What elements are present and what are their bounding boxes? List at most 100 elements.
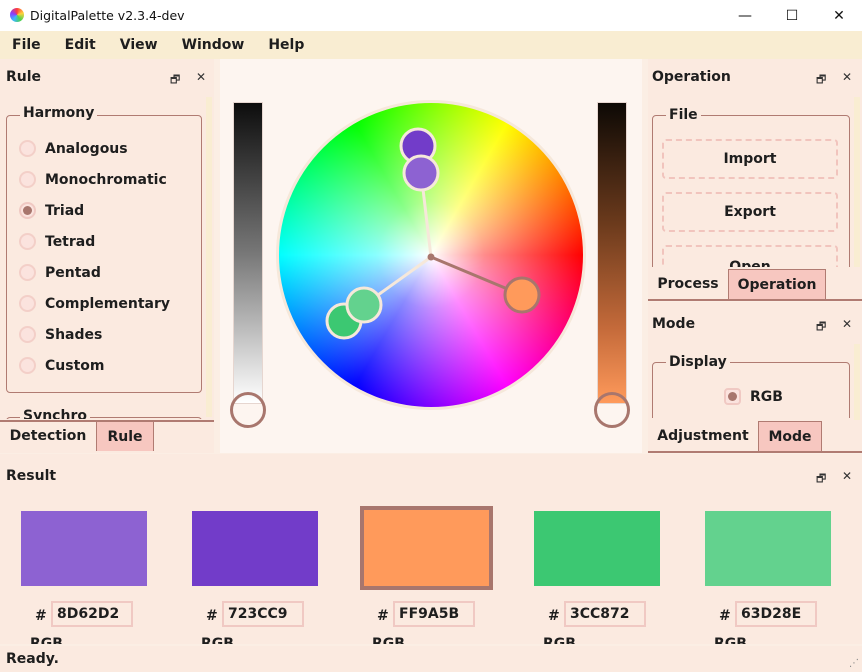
value-slider-left[interactable] [233,102,263,404]
radio-monochromatic[interactable]: Monochromatic [19,171,167,188]
radio-rgb[interactable]: RGB [724,388,783,405]
radio-complementary[interactable]: Complementary [19,295,170,312]
operation-scrollbar[interactable] [854,97,860,267]
radio-indicator[interactable] [19,171,36,188]
radio-pentad[interactable]: Pentad [19,264,101,281]
rule-scrollbar[interactable] [206,97,212,417]
radio-label: Shades [45,326,103,343]
title-bar: DigitalPalette v2.3.4-dev — ☐ ✕ [0,0,862,31]
tab-divider [648,451,862,453]
operation-panel-title: Operation [652,69,731,85]
minimize-button[interactable]: — [722,0,768,31]
menu-window[interactable]: Window [170,31,257,59]
menu-edit[interactable]: Edit [53,31,108,59]
tab-detection[interactable]: Detection [6,421,90,451]
file-group-clip: File Import Export Open [652,107,852,267]
close-panel-icon[interactable]: ✕ [842,469,852,483]
float-panel-icon[interactable]: 🗗 [816,71,826,90]
close-panel-icon[interactable]: ✕ [196,70,206,84]
tab-divider [648,299,862,301]
import-button[interactable]: Import [662,139,838,179]
synchro-group-title: Synchro [20,409,90,419]
rgb-label: RGB [543,637,576,644]
value-slider-right-knob[interactable] [594,392,630,428]
resize-grip-icon[interactable]: ⋰ [849,658,859,669]
export-button[interactable]: Export [662,192,838,232]
menu-file[interactable]: File [0,31,53,59]
radio-shades[interactable]: Shades [19,326,102,343]
radio-analogous[interactable]: Analogous [19,140,128,157]
hex-input[interactable]: 8D62D2 [51,601,133,627]
radio-label: Custom [45,357,105,374]
menu-help[interactable]: Help [256,31,316,59]
color-swatch-selected[interactable] [360,506,493,590]
float-panel-icon[interactable]: 🗗 [816,318,826,337]
float-panel-icon[interactable]: 🗗 [170,71,180,90]
rgb-label: RGB [30,637,63,644]
tab-operation[interactable]: Operation [728,269,826,299]
color-swatch[interactable] [705,511,831,586]
display-group-clip: Display RGB [652,354,852,418]
tab-process[interactable]: Process [652,269,724,299]
radio-indicator[interactable] [19,140,36,157]
value-slider-right[interactable] [597,102,627,404]
hex-hash-label: # [548,608,560,624]
result-panel-title: Result [6,468,57,484]
hex-input[interactable]: 3CC872 [564,601,646,627]
color-handle-63D28E[interactable] [345,286,383,324]
operation-panel: Operation 🗗 ✕ File Import Export Open Pr… [648,59,862,301]
close-panel-icon[interactable]: ✕ [842,70,852,84]
radio-indicator[interactable] [19,295,36,312]
radio-triad[interactable]: Triad [19,202,84,219]
radio-indicator[interactable] [19,326,36,343]
radio-label: Monochromatic [45,171,167,188]
radio-label: Analogous [45,140,128,157]
radio-label: Complementary [45,295,171,312]
color-swatch[interactable] [192,511,318,586]
hex-input[interactable]: FF9A5B [393,601,475,627]
hex-input[interactable]: 63D28E [735,601,817,627]
radio-custom[interactable]: Custom [19,357,104,374]
radio-label: Triad [45,202,85,219]
maximize-button[interactable]: ☐ [769,0,815,31]
hex-hash-label: # [719,608,731,624]
menu-view[interactable]: View [108,31,170,59]
hex-input[interactable]: 723CC9 [222,601,304,627]
harmony-group-title: Harmony [20,105,98,121]
app-logo-icon [10,8,24,22]
tab-adjustment[interactable]: Adjustment [652,421,754,451]
synchro-group-clip: Synchro [6,409,202,419]
color-handle-FF9A5B[interactable] [503,276,541,314]
radio-indicator[interactable] [19,233,36,250]
value-slider-left-knob[interactable] [230,392,266,428]
tab-mode[interactable]: Mode [758,421,822,451]
radio-indicator[interactable] [19,264,36,281]
color-handle-8D62D2[interactable] [402,154,440,192]
hex-hash-label: # [35,608,47,624]
radio-indicator[interactable] [19,357,36,374]
wheel-handles [325,127,541,340]
checkbox-indicator-checked[interactable] [724,388,741,405]
rule-panel: Rule 🗗 ✕ Harmony Analogous Monochromatic… [0,59,214,453]
hex-hash-label: # [206,608,218,624]
radio-tetrad[interactable]: Tetrad [19,233,95,250]
float-panel-icon[interactable]: 🗗 [816,470,826,489]
rgb-label: RGB [714,637,747,644]
result-panel: Result 🗗 ✕ # 8D62D2 # 723CC9 # FF9A5B # … [0,454,862,644]
mode-panel: Mode 🗗 ✕ Display RGB Adjustment Mode [648,302,862,453]
window-title: DigitalPalette v2.3.4-dev [30,8,185,23]
rgb-label: RGB [201,637,234,644]
display-group-title: Display [666,354,730,370]
color-wheel-area [220,59,642,453]
hex-hash-label: # [377,608,389,624]
wheel-center-dot [427,253,435,261]
close-window-button[interactable]: ✕ [816,0,862,31]
color-swatch[interactable] [21,511,147,586]
mode-scrollbar[interactable] [854,344,860,420]
file-group-title: File [666,107,701,123]
tab-rule[interactable]: Rule [96,421,154,451]
open-button[interactable]: Open [662,245,838,267]
color-swatch[interactable] [534,511,660,586]
close-panel-icon[interactable]: ✕ [842,317,852,331]
radio-indicator-checked[interactable] [19,202,36,219]
